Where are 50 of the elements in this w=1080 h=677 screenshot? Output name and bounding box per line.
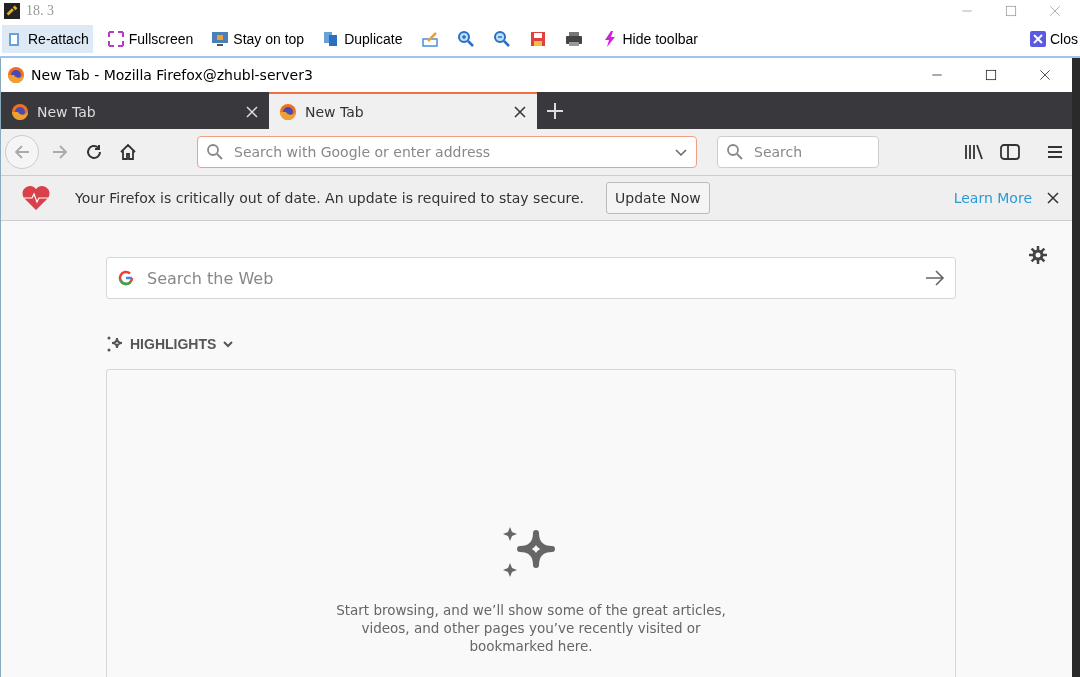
browser-logo-icon [7, 66, 25, 84]
close-icon [1038, 68, 1052, 82]
browser-tab[interactable]: New Tab [1, 92, 269, 129]
search-icon [206, 143, 224, 161]
update-now-button[interactable]: Update Now [606, 182, 710, 214]
web-search-field[interactable]: Search the Web [106, 257, 956, 299]
home-icon [119, 143, 137, 161]
sidebar-icon [1000, 143, 1020, 161]
window-title: 18. 3 [26, 3, 55, 19]
expand-arrows-icon [106, 30, 125, 48]
close-icon [1030, 31, 1046, 47]
search-field[interactable]: Search [717, 136, 879, 168]
search-icon [726, 143, 744, 161]
address-bar[interactable]: Search with Google or enter address [197, 136, 697, 168]
close-icon[interactable] [513, 104, 527, 119]
right-arrow-icon[interactable] [925, 269, 945, 287]
zoom-out-icon [492, 30, 511, 48]
toolbar-button[interactable]: Duplicate [318, 25, 407, 53]
left-arrow-icon [13, 143, 31, 161]
sparkle-icon [106, 335, 124, 353]
update-warning-text: Your Firefox is critically out of date. An update is required to stay secure. [75, 190, 585, 206]
heart-icon [21, 185, 51, 211]
right-arrow-icon [51, 143, 69, 161]
zoom-in-icon [456, 30, 475, 48]
toolbar-button[interactable]: Hide toolbar [596, 25, 702, 53]
window-title: New Tab - Mozilla Firefox@zhubl-server3 [31, 67, 314, 83]
web-search-input[interactable]: Search the Web [145, 267, 915, 289]
close-icon[interactable] [1046, 191, 1060, 205]
search-input[interactable]: Search [752, 143, 870, 161]
printer-icon [564, 30, 583, 48]
close-icon [1048, 4, 1062, 18]
reload-icon [85, 143, 103, 161]
library-icon [964, 143, 984, 161]
pencil-note-icon [420, 30, 439, 48]
close-toolbar-button[interactable]: Clos [1030, 31, 1078, 47]
settings-icon[interactable] [1028, 245, 1048, 265]
empty-state-text: Start browsing, and we’ll show some of the great articles, videos, and other pages you’ve recently visited or bookmarked here. [335, 601, 727, 655]
toolbar-button[interactable]: Fullscreen [102, 25, 198, 53]
highlights-toggle[interactable]: HIGHLIGHTS [106, 335, 235, 353]
maximize-icon [984, 68, 998, 82]
menu-icon [1046, 143, 1064, 161]
maximize-icon [1004, 4, 1018, 18]
google-logo-icon [117, 269, 135, 287]
browser-logo-icon [279, 102, 297, 121]
browser-tab[interactable]: New Tab [269, 92, 537, 129]
plus-icon [547, 102, 563, 119]
toolbar-button[interactable]: Re-attach [2, 25, 93, 53]
address-input[interactable]: Search with Google or enter address [232, 143, 666, 161]
toolbar-button[interactable]: Stay on top [207, 25, 309, 53]
browser-logo-icon [11, 102, 29, 121]
